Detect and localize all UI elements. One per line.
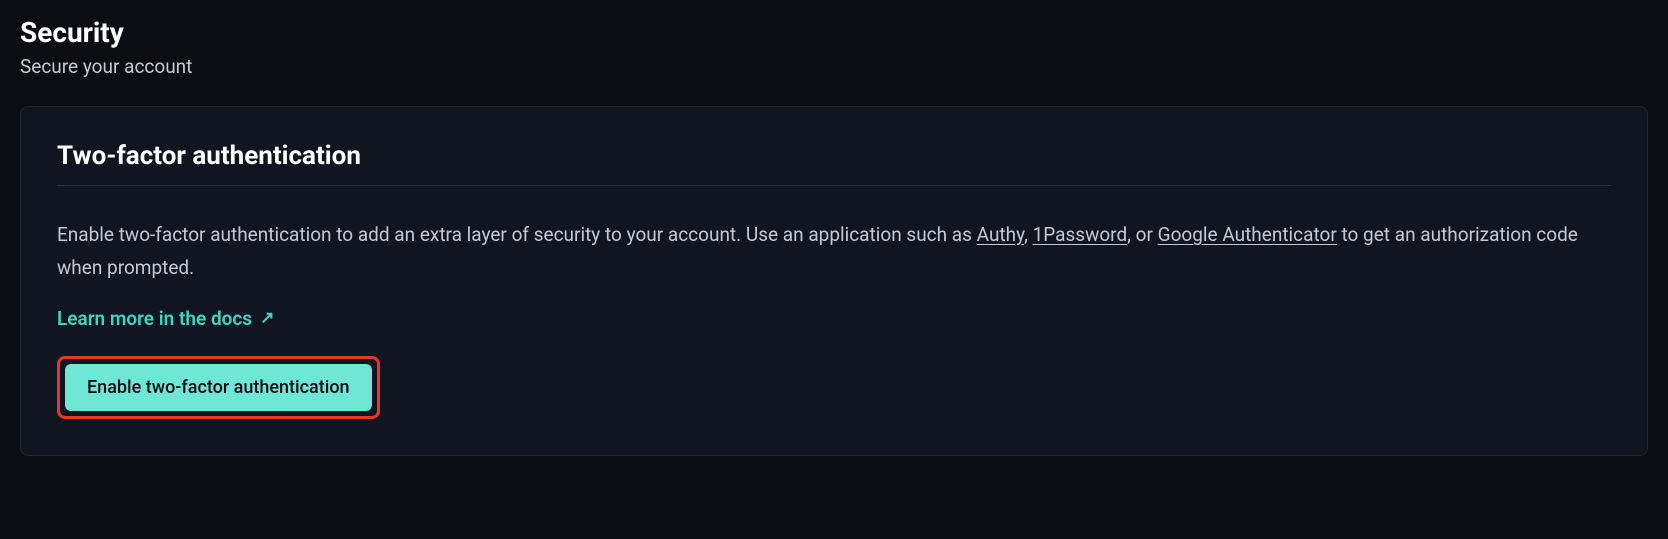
- external-link-icon: ↗: [260, 310, 274, 327]
- two-factor-card: Two-factor authentication Enable two-fac…: [20, 106, 1648, 456]
- page-subtitle: Secure your account: [20, 55, 1648, 78]
- description-separator: , or: [1127, 223, 1157, 246]
- description-separator: ,: [1024, 223, 1032, 246]
- card-description: Enable two-factor authentication to add …: [57, 218, 1611, 285]
- authy-link[interactable]: Authy: [977, 223, 1024, 246]
- onepassword-link[interactable]: 1Password: [1033, 223, 1128, 246]
- docs-link[interactable]: Learn more in the docs ↗: [57, 307, 274, 330]
- docs-link-label: Learn more in the docs: [57, 307, 252, 330]
- page-title: Security: [20, 16, 1648, 49]
- enable-2fa-button[interactable]: Enable two-factor authentication: [65, 364, 372, 411]
- description-text: Enable two-factor authentication to add …: [57, 223, 977, 246]
- card-title: Two-factor authentication: [57, 141, 1611, 186]
- google-authenticator-link[interactable]: Google Authenticator: [1158, 223, 1337, 246]
- highlight-annotation: Enable two-factor authentication: [57, 356, 380, 419]
